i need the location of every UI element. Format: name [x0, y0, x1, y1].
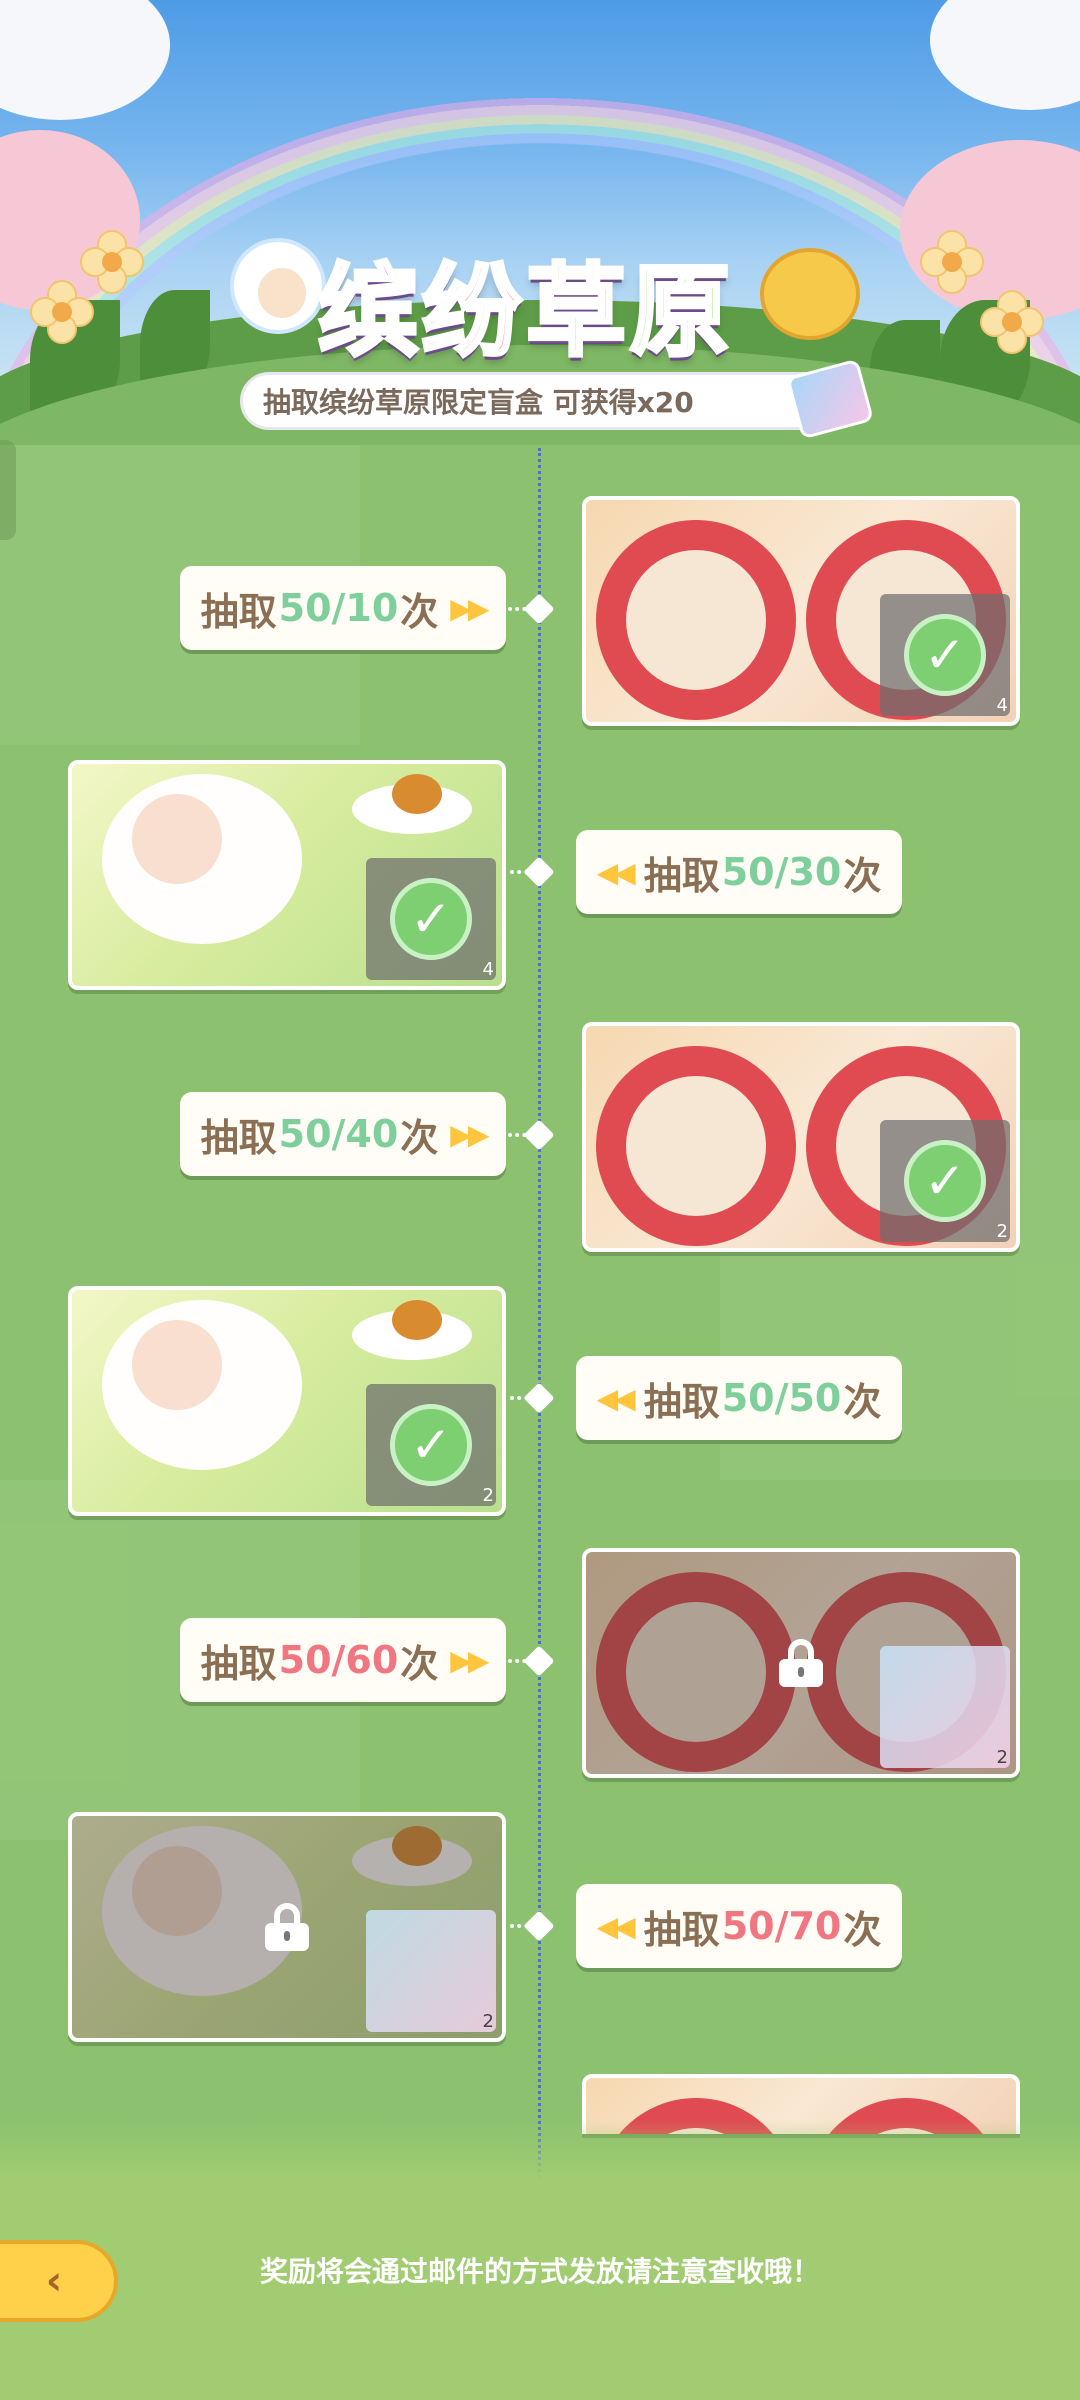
milestone-suffix: 次 [400, 1115, 439, 1160]
check-icon: ✓ [904, 614, 986, 696]
event-title-text: 缤纷草原 [316, 251, 734, 372]
lock-icon [265, 1903, 309, 1951]
sheep-mascot-icon [230, 238, 326, 334]
timeline-node-icon [523, 1119, 555, 1151]
claimed-overlay: ✓ [880, 1120, 1010, 1242]
event-subtitle-text: 抽取缤纷草原限定盲盒 可获得x20 [263, 386, 694, 419]
reward-card[interactable]: 2 [68, 1812, 506, 2042]
flower-icon [980, 290, 1044, 354]
milestone-prefix: 抽取 [643, 853, 720, 898]
milestone-progress: 50/10 [278, 586, 399, 630]
milestone-progress: 50/40 [278, 1112, 399, 1156]
milestone-label: 抽取 50/60 次 ▶▶ [180, 1618, 506, 1702]
milestone-label: 抽取 50/40 次 ▶▶ [180, 1092, 506, 1176]
blind-box-card-icon [366, 1910, 496, 2032]
milestone-progress: 50/50 [721, 1376, 842, 1420]
milestone-prefix: 抽取 [643, 1379, 720, 1424]
arrow-left-icon: ◀◀ [596, 855, 636, 889]
flower-icon [920, 230, 984, 294]
check-icon: ✓ [904, 1140, 986, 1222]
event-title: 缤纷草原 [230, 228, 860, 372]
event-subtitle: 抽取缤纷草原限定盲盒 可获得x20 [240, 358, 875, 440]
timeline-node-icon [523, 1910, 555, 1942]
reward-card[interactable]: ✓ 4 [68, 760, 506, 990]
milestone-prefix: 抽取 [200, 1115, 277, 1160]
reward-count: 2 [996, 1221, 1008, 1242]
bear-mascot-icon [760, 248, 860, 340]
reward-card[interactable]: ✓ 2 [582, 1022, 1020, 1252]
claimed-overlay: ✓ [366, 858, 496, 980]
milestone-suffix: 次 [843, 1907, 882, 1952]
footer: ‹ 奖励将会通过邮件的方式发放请注意查收哦！ [0, 2178, 1080, 2400]
lock-icon [779, 1639, 823, 1687]
cloud-decoration [930, 0, 1080, 110]
milestone-suffix: 次 [400, 589, 439, 634]
milestone-progress: 50/70 [721, 1904, 842, 1948]
milestone-suffix: 次 [843, 1379, 882, 1424]
claimed-overlay: ✓ [880, 594, 1010, 716]
milestone-progress: 50/30 [721, 850, 842, 894]
arrow-right-icon: ▶▶ [450, 1117, 489, 1151]
cloud-decoration [0, 0, 170, 120]
milestone-label: ◀◀ 抽取 50/50 次 [576, 1356, 902, 1440]
reward-count: 2 [482, 2011, 494, 2032]
arrow-right-icon: ▶▶ [450, 1643, 489, 1677]
check-icon: ✓ [390, 878, 472, 960]
arrow-left-icon: ◀◀ [596, 1909, 636, 1943]
reward-count: 4 [482, 959, 494, 980]
milestone-label: 抽取 50/10 次 ▶▶ [180, 566, 506, 650]
flower-icon [30, 280, 94, 344]
milestone-suffix: 次 [400, 1641, 439, 1686]
milestone-suffix: 次 [843, 853, 882, 898]
milestone-label: ◀◀ 抽取 50/30 次 [576, 830, 902, 914]
timeline-node-icon [523, 1382, 555, 1414]
reward-card[interactable]: 2 [582, 1548, 1020, 1778]
milestone-prefix: 抽取 [643, 1907, 720, 1952]
event-header: 缤纷草原 抽取缤纷草原限定盲盒 可获得x20 [0, 0, 1080, 445]
scroll-fade [0, 2120, 1080, 2180]
milestone-progress: 50/60 [278, 1638, 399, 1682]
milestone-label: ◀◀ 抽取 50/70 次 [576, 1884, 902, 1968]
arrow-left-icon: ◀◀ [596, 1381, 636, 1415]
timeline-node-icon [523, 593, 555, 625]
blind-box-card-icon [880, 1646, 1010, 1768]
timeline-node-icon [523, 856, 555, 888]
check-icon: ✓ [390, 1404, 472, 1486]
milestone-prefix: 抽取 [200, 1641, 277, 1686]
reward-count: 2 [996, 1747, 1008, 1768]
reward-count: 2 [482, 1485, 494, 1506]
reward-count: 4 [996, 695, 1008, 716]
milestone-prefix: 抽取 [200, 589, 277, 634]
reward-card[interactable]: ✓ 4 [582, 496, 1020, 726]
mail-notice: 奖励将会通过邮件的方式发放请注意查收哦！ [259, 2255, 820, 2288]
timeline-node-icon [523, 1645, 555, 1677]
claimed-overlay: ✓ [366, 1384, 496, 1506]
arrow-right-icon: ▶▶ [450, 591, 489, 625]
reward-card[interactable]: ✓ 2 [68, 1286, 506, 1516]
